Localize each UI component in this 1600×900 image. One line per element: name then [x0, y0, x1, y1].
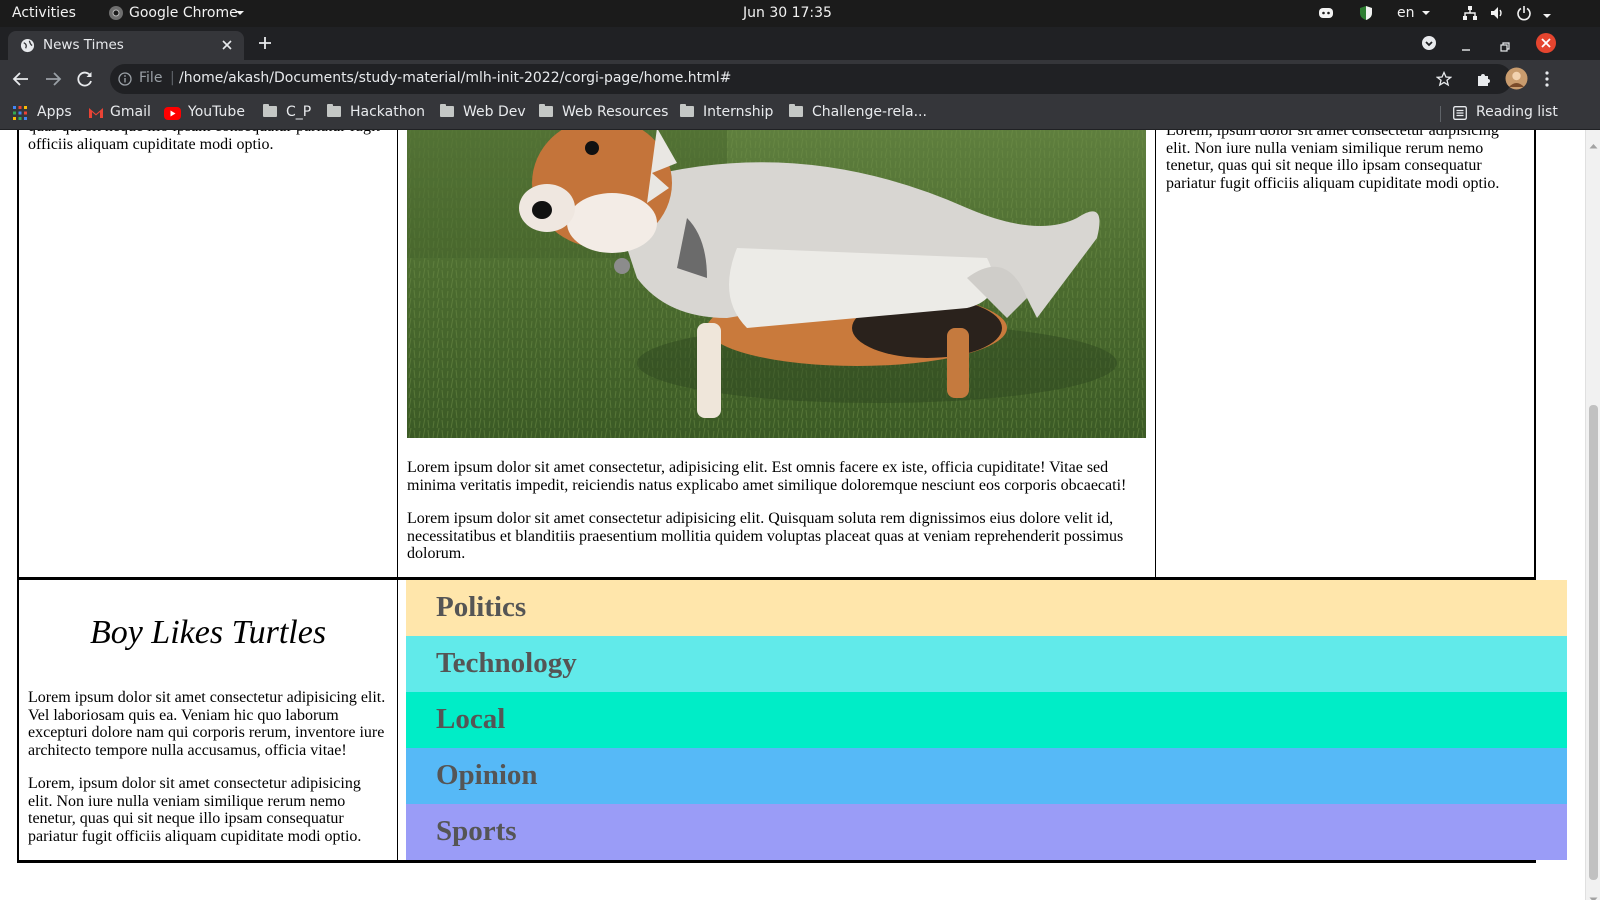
- bookmark-youtube[interactable]: YouTube: [188, 104, 245, 120]
- language-indicator[interactable]: en: [1397, 5, 1415, 21]
- chevron-down-icon[interactable]: [1542, 9, 1552, 19]
- volume-icon[interactable]: [1489, 5, 1505, 21]
- system-top-bar: Activities Google Chrome Jun 30 17:35 en: [0, 0, 1600, 27]
- bookmark-star-icon[interactable]: [1435, 70, 1453, 91]
- feature-title: Boy Likes Turtles: [89, 614, 327, 651]
- profile-avatar[interactable]: [1505, 67, 1528, 94]
- bookmark-folder-cp[interactable]: C_P: [263, 104, 311, 120]
- folder-icon: [680, 104, 694, 117]
- bookmark-folder-hackathon[interactable]: Hackathon: [327, 104, 425, 120]
- chevron-down-icon[interactable]: [235, 6, 251, 22]
- category-politics[interactable]: Politics: [406, 580, 1567, 637]
- browser-toolbar: File | /home/akash/Documents/study-mater…: [0, 60, 1600, 97]
- folder-icon: [263, 104, 277, 117]
- discord-icon[interactable]: [1318, 5, 1334, 21]
- address-bar[interactable]: File | /home/akash/Documents/study-mater…: [110, 64, 1512, 94]
- grid-border-col2: [1155, 130, 1156, 578]
- bookmark-gmail[interactable]: Gmail: [110, 104, 151, 120]
- bookmarks-bar: Apps Gmail YouTube C_P Hackathon Web Dev…: [0, 97, 1600, 130]
- gmail-icon[interactable]: [88, 107, 104, 123]
- folder-icon: [789, 104, 803, 117]
- info-icon[interactable]: [118, 72, 132, 90]
- clock[interactable]: Jun 30 17:35: [743, 5, 832, 21]
- app-menu-label[interactable]: Google Chrome: [129, 5, 238, 21]
- bookmark-folder-internship[interactable]: Internship: [680, 104, 773, 120]
- url-scheme-label: File: [139, 70, 163, 86]
- tab-strip: News Times: [0, 27, 1600, 60]
- bookmark-apps[interactable]: Apps: [37, 104, 72, 120]
- feature-paragraph-2: Lorem, ipsum dolor sit amet consectetur …: [28, 775, 362, 845]
- youtube-icon[interactable]: [164, 107, 181, 124]
- feature-paragraph-1: Lorem ipsum dolor sit amet consectetur a…: [28, 689, 386, 759]
- url-text[interactable]: /home/akash/Documents/study-material/mlh…: [179, 70, 731, 86]
- right-article-text: Lorem, ipsum dolor sit amet consectetur …: [1166, 130, 1500, 192]
- activities-button[interactable]: Activities: [12, 5, 76, 21]
- category-technology[interactable]: Technology: [406, 636, 1567, 693]
- back-icon[interactable]: [12, 70, 30, 92]
- scrollbar-thumb[interactable]: [1589, 405, 1598, 880]
- reading-list-icon[interactable]: [1453, 106, 1467, 124]
- grid-border-bottom: [17, 860, 1536, 863]
- shield-icon[interactable]: [1358, 5, 1374, 21]
- close-tab-icon[interactable]: [221, 39, 233, 55]
- bookmark-folder-challenge[interactable]: Challenge-rela...: [789, 104, 927, 120]
- close-window-icon[interactable]: [1535, 32, 1557, 58]
- reading-list-button[interactable]: Reading list: [1476, 104, 1558, 120]
- grid-border-col1: [397, 130, 398, 862]
- bookmark-folder-web-resources[interactable]: Web Resources: [539, 104, 668, 120]
- category-sports[interactable]: Sports: [406, 804, 1567, 860]
- page-viewport: quas qui sit neque illo ipsam consequatu…: [0, 130, 1585, 900]
- chrome-menu-icon[interactable]: [1541, 70, 1553, 92]
- new-tab-icon[interactable]: [257, 35, 273, 55]
- grid-border-left: [17, 130, 19, 862]
- reload-icon[interactable]: [76, 70, 94, 92]
- center-paragraph-1: Lorem ipsum dolor sit amet consectetur, …: [407, 459, 1127, 494]
- power-icon[interactable]: [1516, 5, 1532, 21]
- folder-icon: [440, 104, 454, 117]
- left-article-text: quas qui sit neque illo ipsam consequatu…: [28, 130, 380, 153]
- bookmarks-divider: [1440, 106, 1441, 122]
- category-local[interactable]: Local: [406, 692, 1567, 749]
- category-opinion[interactable]: Opinion: [406, 748, 1567, 805]
- tab-title: News Times: [43, 37, 124, 53]
- scroll-down-arrow-icon[interactable]: [1589, 888, 1598, 900]
- network-icon[interactable]: [1462, 5, 1478, 21]
- minimize-window-icon[interactable]: [1460, 38, 1472, 57]
- scroll-up-arrow-icon[interactable]: [1589, 134, 1598, 153]
- page-scrollbar[interactable]: [1585, 130, 1600, 900]
- folder-icon: [327, 104, 341, 117]
- globe-icon: [20, 38, 35, 57]
- folder-icon: [539, 104, 553, 117]
- extensions-icon[interactable]: [1475, 70, 1493, 92]
- chrome-app-icon: [108, 5, 124, 21]
- url-divider: |: [170, 70, 175, 86]
- forward-icon[interactable]: [44, 70, 62, 92]
- bookmark-folder-web-dev[interactable]: Web Dev: [440, 104, 526, 120]
- restore-window-icon[interactable]: [1499, 38, 1511, 57]
- chevron-down-icon[interactable]: [1421, 6, 1437, 22]
- apps-grid-icon[interactable]: [13, 106, 27, 124]
- tab-search-icon[interactable]: [1421, 35, 1437, 55]
- center-paragraph-2: Lorem ipsum dolor sit amet consectetur a…: [407, 510, 1124, 563]
- corgi-shark-photo: [407, 130, 1146, 438]
- tab-news-times[interactable]: News Times: [8, 31, 244, 60]
